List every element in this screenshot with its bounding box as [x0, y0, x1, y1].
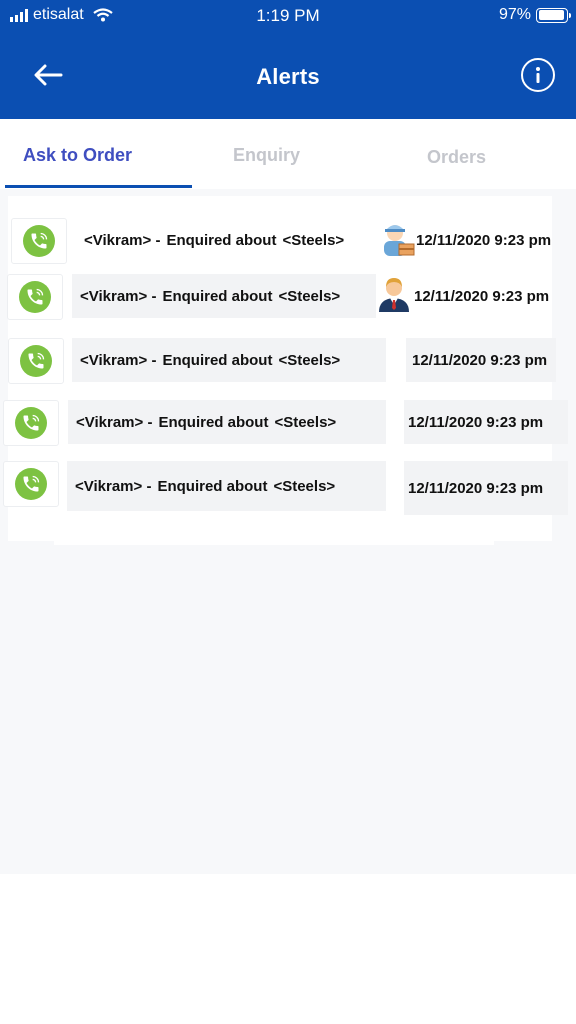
active-tab-indicator — [5, 185, 192, 188]
phone-call-icon — [20, 345, 52, 377]
product-name: <Steels> — [278, 351, 341, 369]
call-button[interactable] — [3, 461, 59, 507]
separator: - — [155, 231, 161, 249]
page-title: Alerts — [256, 64, 320, 89]
alert-message: <Vikram> - Enquired about <Steels> — [72, 338, 386, 382]
alert-action: Enquired about — [162, 351, 273, 369]
call-button[interactable] — [8, 338, 64, 384]
customer-name: <Vikram> — [75, 477, 143, 495]
status-bar: etisalat 1:19 PM 97% — [0, 0, 576, 30]
panel-edge — [54, 541, 494, 545]
product-name: <Steels> — [282, 231, 345, 249]
separator: - — [151, 351, 157, 369]
battery-icon — [536, 7, 571, 23]
battery-percent: 97% — [498, 6, 531, 23]
alert-datetime: 12/11/2020 9:23 pm — [404, 400, 568, 444]
product-name: <Steels> — [273, 477, 336, 495]
alert-row[interactable]: <Vikram> - Enquired about <Steels> 12/11/2… — [0, 461, 576, 515]
delivery-worker-avatar-icon — [379, 218, 417, 258]
alert-datetime: 12/11/2020 9:23 pm — [404, 461, 568, 515]
alerts-content: <Vikram> - Enquired about <Steels> 12/11/2… — [0, 189, 576, 874]
customer-name: <Vikram> — [76, 413, 144, 431]
separator: - — [147, 413, 153, 431]
product-name: <Steels> — [278, 287, 341, 305]
phone-call-icon — [15, 407, 47, 439]
alert-row[interactable]: <Vikram> - Enquired about <Steels> 12/11/2… — [0, 274, 576, 324]
info-button[interactable] — [521, 58, 555, 92]
phone-call-icon — [19, 281, 51, 313]
call-button[interactable] — [7, 274, 63, 320]
customer-name: <Vikram> — [80, 351, 148, 369]
customer-name: <Vikram> — [84, 231, 152, 249]
call-button[interactable] — [11, 218, 67, 264]
alert-row[interactable]: <Vikram> - Enquired about <Steels> 12/11/2… — [0, 400, 576, 450]
alert-datetime: 12/11/2020 9:23 pm — [406, 338, 556, 382]
separator: - — [151, 287, 157, 305]
alert-action: Enquired about — [157, 477, 268, 495]
alert-action: Enquired about — [162, 287, 273, 305]
alert-datetime: 12/11/2020 9:23 pm — [414, 287, 550, 305]
alert-action: Enquired about — [166, 231, 277, 249]
alert-row[interactable]: <Vikram> - Enquired about <Steels> 12/11/2… — [0, 338, 576, 388]
status-time: 1:19 PM — [256, 6, 320, 25]
separator: - — [146, 477, 152, 495]
phone-call-icon — [23, 225, 55, 257]
alert-action: Enquired about — [158, 413, 269, 431]
battery-status: 97% — [498, 6, 571, 24]
call-button[interactable] — [3, 400, 59, 446]
tab-enquiry[interactable]: Enquiry — [233, 145, 300, 166]
alert-datetime: 12/11/2020 9:23 pm — [416, 231, 552, 249]
tab-bar: Ask to Order Enquiry Orders — [0, 119, 576, 189]
app-header: etisalat 1:19 PM 97% Alerts — [0, 0, 576, 119]
customer-name: <Vikram> — [80, 287, 148, 305]
tab-orders[interactable]: Orders — [427, 147, 486, 168]
alert-message: <Vikram> - Enquired about <Steels> — [67, 461, 386, 511]
businessman-avatar-icon — [375, 274, 413, 314]
alert-message: <Vikram> - Enquired about <Steels> — [68, 400, 386, 444]
info-icon — [536, 67, 540, 83]
alert-row[interactable]: <Vikram> - Enquired about <Steels> 12/11/2… — [0, 218, 576, 268]
alert-message: <Vikram> - Enquired about <Steels> — [72, 274, 376, 318]
alert-message: <Vikram> - Enquired about <Steels> — [76, 218, 376, 262]
product-name: <Steels> — [274, 413, 337, 431]
tab-ask-to-order[interactable]: Ask to Order — [23, 145, 132, 166]
phone-call-icon — [15, 468, 47, 500]
